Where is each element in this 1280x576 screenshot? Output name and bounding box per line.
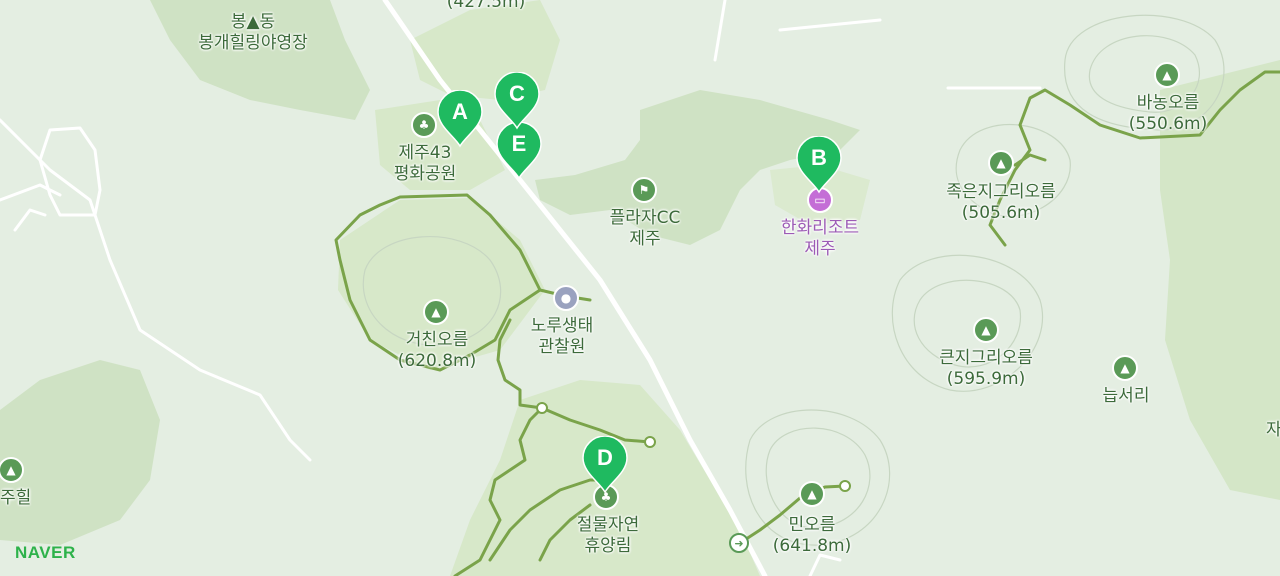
marker-letter: A <box>452 99 468 124</box>
map-marker-a[interactable]: A <box>436 90 484 148</box>
poi-label: 바농오름 (550.6m) <box>1128 93 1208 134</box>
trail-node <box>644 436 656 448</box>
map-marker-b[interactable]: B <box>795 136 843 194</box>
poi-label: (427.5m) <box>446 0 526 12</box>
mountain-icon: ▲ <box>1112 355 1138 381</box>
observatory-icon: ● <box>553 285 579 311</box>
poi-label: 주힐 <box>0 488 32 508</box>
naver-logo[interactable]: NAVER <box>15 543 76 563</box>
poi-label: 족은지그리오름 (505.6m) <box>946 182 1056 223</box>
poi-label: 한화리조트 제주 <box>780 218 860 259</box>
poi-label: 늡서리 <box>1102 386 1150 406</box>
park-icon: ♣ <box>411 112 437 138</box>
road <box>713 0 727 62</box>
marker-letter: C <box>509 81 525 106</box>
road <box>808 553 842 576</box>
poi-label: 큰지그리오름 (595.9m) <box>939 348 1033 389</box>
poi-label: 자 <box>1266 420 1280 440</box>
marker-letter: E <box>511 131 527 156</box>
poi-label: 절물자연 휴양림 <box>576 515 640 556</box>
poi-label: 제주43 평화공원 <box>393 143 457 184</box>
trail <box>1013 153 1047 167</box>
poi-label: 플라자CC 제주 <box>609 208 681 249</box>
map-marker-e[interactable]: E <box>495 122 543 180</box>
road <box>778 18 882 32</box>
map-marker-d[interactable]: D <box>581 436 629 494</box>
road <box>13 208 47 232</box>
poi-label: 거친오름 (620.8m) <box>397 330 477 371</box>
trail-node <box>839 480 851 492</box>
map-canvas[interactable] <box>0 0 1280 576</box>
map-marker-c[interactable]: C <box>493 72 541 130</box>
park-area <box>0 360 160 545</box>
poi-label: 민오름 (641.8m) <box>772 515 852 556</box>
marker-letter: B <box>811 145 827 170</box>
mountain-icon: ▲ <box>799 481 825 507</box>
mountain-icon: ▲ <box>1154 62 1180 88</box>
golf-icon: ⚑ <box>631 177 657 203</box>
trail-node <box>536 402 548 414</box>
mountain-icon: ▲ <box>423 299 449 325</box>
poi-label: 봉▲동 봉개힐링야영장 <box>198 12 308 53</box>
marker-letter: D <box>597 445 613 470</box>
mountain-icon: ▲ <box>973 317 999 343</box>
mountain-icon: ▲ <box>988 150 1014 176</box>
entrance-icon: ➜ <box>729 533 749 553</box>
poi-label: 노루생태 관찰원 <box>530 316 594 357</box>
